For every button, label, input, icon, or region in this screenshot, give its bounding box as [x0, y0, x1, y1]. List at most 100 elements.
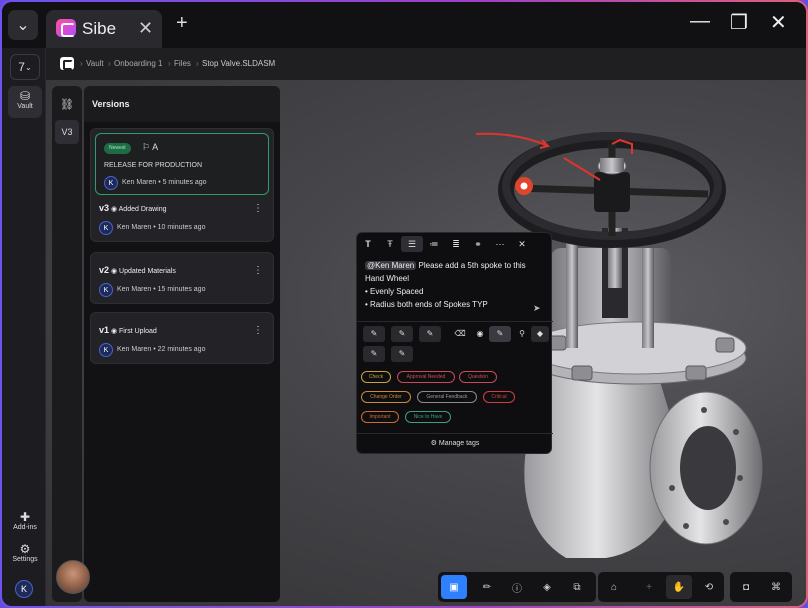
tag-critical[interactable]: Critical — [483, 391, 515, 403]
more-options-icon[interactable]: ⋮ — [253, 325, 263, 336]
title-bar: ⌄ Sibe ✕ + — ❐ ✕ — [2, 2, 806, 48]
format-toolbar: T Ŧ ☰ ≔ ≣ ⚭ ⋯ ✕ — [357, 233, 553, 255]
new-tab-button[interactable]: + — [176, 12, 188, 35]
explode-icon: ⧉ — [573, 581, 581, 593]
link-icon[interactable]: ⚭ — [467, 239, 489, 250]
cube-button[interactable]: ◈ — [534, 575, 560, 599]
pen-tool-icon[interactable]: ✎ — [363, 346, 385, 362]
version-title: v2 ◉ Updated Materials — [99, 265, 176, 275]
list-item: • Radius both ends of Spokes TYP — [365, 300, 488, 309]
release-text: RELEASE FOR PRODUCTION — [104, 162, 203, 169]
pen-tool-icon[interactable]: ✎ — [419, 326, 441, 342]
pen-tool-icon[interactable]: ✎ — [391, 326, 413, 342]
gear-icon: ⚙ — [19, 542, 31, 556]
rail-item-vault[interactable]: ⛁ Vault — [8, 86, 42, 118]
chevron-down-icon: ⌄ — [16, 17, 30, 34]
close-icon[interactable]: ✕ — [511, 239, 533, 250]
tag-change-order[interactable]: Change Order — [361, 391, 411, 403]
rail-item-settings[interactable]: ⚙ Settings — [8, 542, 42, 563]
bullet-list-icon[interactable]: ☰ — [401, 236, 423, 252]
tag-icon[interactable]: ◆ — [531, 326, 549, 342]
hierarchy-icon: ⛓ — [60, 98, 74, 111]
settings-view-button[interactable]: ⌘ — [763, 575, 789, 599]
bold-text-icon[interactable]: T — [357, 239, 379, 249]
panel-tabs: ⛓ V3 — [52, 86, 82, 602]
menu-dropdown-button[interactable]: ⌄ — [8, 10, 38, 40]
tab-versions[interactable]: V3 — [55, 120, 79, 144]
avatar: K — [99, 283, 113, 297]
viewer-toolbar-nav: ⌂ + ✋ ⟲ — [598, 572, 724, 602]
comment-text[interactable]: @Ken Maren Please add a 5th spoke to thi… — [365, 259, 533, 311]
workspace-selector[interactable]: 7 ⌄ — [10, 54, 40, 80]
version-card-v2[interactable]: v2 ◉ Updated Materials ⋮ K Ken Maren • 1… — [90, 252, 274, 304]
command-icon: ⌘ — [771, 581, 781, 593]
numbered-list-icon[interactable]: ≔ — [423, 239, 445, 250]
send-icon[interactable]: ➤ — [533, 303, 541, 314]
eraser-icon[interactable]: ⌫ — [449, 326, 471, 342]
tag-approval-needed[interactable]: Approval Needed — [397, 371, 455, 383]
tab-title: Sibe — [82, 19, 117, 38]
eye-icon[interactable]: ◉ — [469, 326, 491, 342]
tag-general-feedback[interactable]: General Feedback — [417, 391, 477, 403]
orbit-button[interactable]: ⟲ — [696, 575, 722, 599]
more-icon[interactable]: ⋯ — [489, 239, 511, 250]
release-flag: ⚐ A — [142, 142, 159, 152]
vault-icon: ⛁ — [19, 89, 31, 103]
screenshot-button[interactable]: ◘ — [733, 575, 759, 599]
paperclip-icon[interactable]: ⚲ — [511, 326, 533, 342]
tab-hierarchy[interactable]: ⛓ — [55, 92, 79, 116]
close-window-button[interactable]: ✕ — [770, 10, 787, 35]
mention[interactable]: @Ken Maren — [365, 261, 417, 270]
tab-sibe[interactable]: Sibe ✕ — [46, 10, 162, 48]
version-card-v1[interactable]: v1 ◉ First Upload ⋮ K Ken Maren • 22 min… — [90, 312, 274, 364]
manage-tags-button[interactable]: ⚙ Manage tags — [357, 433, 553, 453]
minimize-button[interactable]: — — [690, 10, 710, 33]
zoom-button[interactable]: + — [636, 575, 662, 599]
viewer-toolbar-left: ▣ ✏ ⓘ ◈ ⧉ — [438, 572, 596, 602]
breadcrumb-current: Stop Valve.SLDASM — [202, 59, 276, 68]
version-title: v1 ◉ First Upload — [99, 325, 157, 335]
tag-question[interactable]: Question — [459, 371, 497, 383]
gear-icon: ⚙ — [430, 440, 437, 447]
tag-nice-to-have[interactable]: Nice to Have — [405, 411, 451, 423]
pen-active-icon[interactable]: ✎ — [489, 326, 511, 342]
puzzle-icon: ✚ — [19, 510, 31, 524]
pen-tool-icon[interactable]: ✎ — [391, 346, 413, 362]
rail-item-addins[interactable]: ✚ Add-ins — [8, 510, 42, 531]
list-item: • Evenly Spaced — [365, 287, 424, 296]
close-tab-icon[interactable]: ✕ — [138, 18, 153, 39]
measure-button[interactable]: ✏ — [474, 575, 500, 599]
pen-tool-icon[interactable]: ✎ — [363, 326, 385, 342]
comment-icon: ▣ — [449, 581, 459, 593]
comment-popup: T Ŧ ☰ ≔ ≣ ⚭ ⋯ ✕ @Ken Maren Please add a … — [356, 232, 553, 454]
comment-mode-button[interactable]: ▣ — [441, 575, 467, 599]
pan-button[interactable]: ✋ — [666, 575, 692, 599]
breadcrumb-item[interactable]: Onboarding 1 — [114, 59, 162, 68]
more-options-icon[interactable]: ⋮ — [253, 265, 263, 276]
version-card-v3[interactable]: Newest ⚐ A RELEASE FOR PRODUCTION K Ken … — [90, 128, 274, 242]
flag-icon: ⚐ — [142, 142, 151, 152]
home-view-button[interactable]: ⌂ — [601, 575, 627, 599]
explode-button[interactable]: ⧉ — [564, 575, 590, 599]
release-note[interactable]: Newest ⚐ A RELEASE FOR PRODUCTION K Ken … — [95, 133, 269, 195]
user-avatar[interactable]: K — [15, 580, 33, 598]
camera-icon: ◘ — [742, 581, 750, 593]
breadcrumb: › Vault › Onboarding 1 › Files › Stop Va… — [46, 48, 806, 80]
breadcrumb-item[interactable]: Files — [174, 59, 191, 68]
user-profile-photo[interactable] — [56, 560, 90, 594]
eye-icon: ◉ — [110, 268, 118, 275]
main-area: › Vault › Onboarding 1 › Files › Stop Va… — [46, 48, 806, 606]
left-rail: 7 ⌄ ⛁ Vault ✚ Add-ins ⚙ Settings K — [2, 48, 46, 606]
maximize-button[interactable]: ❐ — [730, 10, 748, 35]
indent-list-icon[interactable]: ≣ — [445, 239, 467, 250]
breadcrumb-item[interactable]: Vault — [86, 59, 104, 68]
hand-icon: ✋ — [672, 581, 686, 593]
avatar: K — [99, 221, 113, 235]
info-button[interactable]: ⓘ — [504, 575, 530, 599]
markup-tools: ✎ ✎ ✎ ⌫ ◉ ✎ ⚲ ◆ ✎ ✎ — [357, 321, 553, 365]
more-options-icon[interactable]: ⋮ — [253, 203, 263, 214]
eye-icon: ◉ — [110, 206, 118, 213]
tag-check[interactable]: Check — [361, 371, 391, 383]
text-style-icon[interactable]: Ŧ — [379, 239, 401, 249]
tag-important[interactable]: Important — [361, 411, 399, 423]
